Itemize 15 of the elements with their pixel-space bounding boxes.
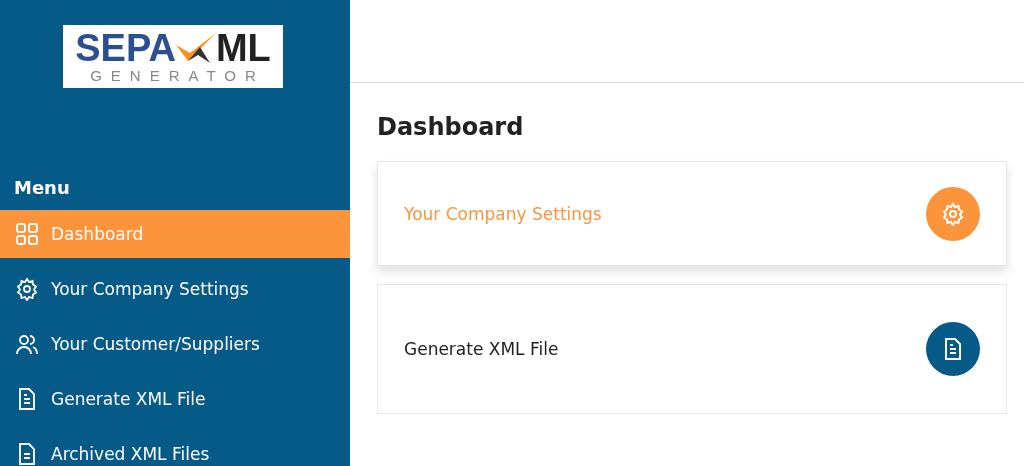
settings-icon <box>15 277 39 301</box>
grid-icon <box>15 222 39 246</box>
sidebar-item[interactable]: Archived XML Files <box>0 430 350 466</box>
sidebar-item[interactable]: Your Company Settings <box>0 265 350 313</box>
page-title: Dashboard <box>377 113 525 141</box>
sidebar-item[interactable]: Generate XML File <box>0 375 350 423</box>
users-icon <box>15 332 39 356</box>
checkmark-icon <box>173 31 218 65</box>
logo-tagline: GENERATOR <box>90 67 265 84</box>
settings-icon <box>941 201 965 226</box>
logo-text: ML <box>215 29 271 67</box>
logo-text: SEPA <box>75 29 176 67</box>
menu-heading: Menu <box>14 176 71 200</box>
dashboard-card[interactable]: Generate XML File <box>377 284 1007 414</box>
sidebar-item[interactable]: Your Customer/Suppliers <box>0 320 350 368</box>
